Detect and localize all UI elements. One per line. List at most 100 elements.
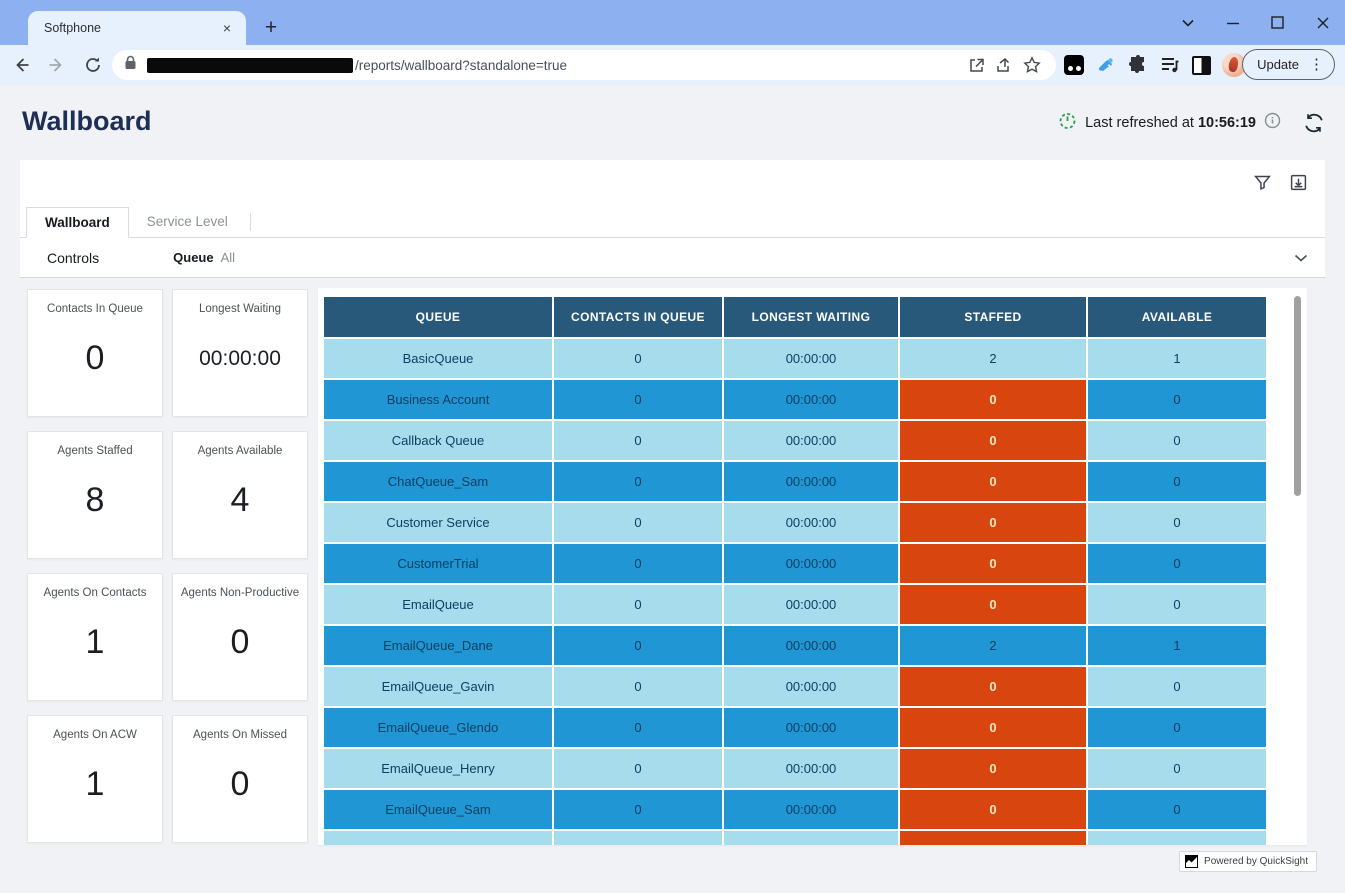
table-cell-longest_waiting: 00:00:00 [724,503,898,542]
open-in-new-icon[interactable] [962,51,990,79]
column-header: AVAILABLE [1088,297,1266,337]
page-title: Wallboard [22,106,152,137]
close-button[interactable] [1300,0,1345,45]
extension-dark-icon[interactable] [1062,54,1085,77]
tab-search-chevron-icon[interactable] [1165,0,1210,45]
kpi-value: 00:00:00 [199,315,281,416]
table-cell-queue: Callback Queue [324,421,552,460]
table-cell-queue: EmailQueue_Gavin [324,667,552,706]
kpi-label: Agents Staffed [53,445,136,457]
table-cell-available: 0 [1088,667,1266,706]
kpi-label: Longest Waiting [195,303,285,315]
sheet-tabs: Wallboard Service Level [20,207,1325,238]
extension-contrast-icon[interactable] [1190,54,1213,77]
controls-collapse-chevron-icon[interactable] [1293,250,1309,271]
last-refreshed-text: Last refreshed at 10:56:19 [1085,115,1256,131]
table-cell-available: 0 [1088,708,1266,747]
table-cell-staffed: 0 [900,790,1086,829]
back-icon[interactable] [6,50,36,80]
kpi-label: Agents Available [194,445,287,457]
kpi-card: Contacts In Queue0 [27,289,163,417]
table-cell-staffed: 0 [900,831,1086,845]
table-cell-queue: ChatQueue_Sam [324,462,552,501]
export-icon[interactable] [1287,171,1309,193]
table-row: EmailQueue_Dane000:00:0021 [324,626,1266,665]
column-header: STAFFED [900,297,1086,337]
address-bar[interactable]: /reports/wallboard?standalone=true [112,50,1056,80]
kpi-card: Longest Waiting00:00:00 [172,289,308,417]
quicksight-badge[interactable]: Powered by QuickSight [1179,851,1317,872]
info-icon[interactable] [1264,112,1281,134]
browser-titlebar: Softphone × + [0,0,1345,45]
table-cell-longest_waiting: 00:00:00 [724,339,898,378]
tab-close-icon[interactable]: × [218,19,236,37]
table-cell-queue: EmailQueue_Henry [324,749,552,788]
table-cell-staffed: 0 [900,667,1086,706]
table-row: Customer Service000:00:0000 [324,503,1266,542]
table-cell-contacts_in_queue: 0 [554,339,722,378]
table-cell-staffed: 0 [900,708,1086,747]
table-cell-longest_waiting: 00:00:00 [724,585,898,624]
table-cell-longest_waiting: 00:00:00 [724,790,898,829]
controls-label: Controls [47,250,99,266]
table-scrollbar[interactable] [1294,296,1301,496]
table-cell-contacts_in_queue: 0 [554,585,722,624]
extension-key-icon[interactable] [1094,54,1117,77]
kpi-card: Agents On Missed0 [172,715,308,843]
kpi-label: Agents Non-Productive [177,587,303,599]
new-tab-button[interactable]: + [258,15,284,41]
quicksight-logo-icon [1185,855,1198,868]
table-cell-staffed: 0 [900,421,1086,460]
extension-playlist-icon[interactable] [1158,54,1181,77]
filter-icon[interactable] [1251,171,1273,193]
kpi-card: Agents Available4 [172,431,308,559]
table-cell-contacts_in_queue: 0 [554,544,722,583]
minimize-button[interactable] [1210,0,1255,45]
bookmark-star-icon[interactable] [1018,51,1046,79]
tab-wallboard[interactable]: Wallboard [26,207,129,238]
table-cell-available: 1 [1088,626,1266,665]
table-cell-queue: BasicQueue [324,339,552,378]
kpi-label: Agents On Missed [189,729,291,741]
table-cell-longest_waiting: 00:00:00 [724,708,898,747]
browser-window: Softphone × + [0,0,1345,893]
share-icon[interactable] [990,51,1018,79]
table-cell-available: 0 [1088,585,1266,624]
table-cell-available: 1 [1088,339,1266,378]
queue-filter-value[interactable]: All [221,250,235,265]
table-cell-available: 0 [1088,831,1266,845]
table-cell-queue: EmailQueue_Glendo [324,708,552,747]
table-row: ChatQueue_Sam000:00:0000 [324,462,1266,501]
table-cell-available: 0 [1088,749,1266,788]
table-cell-staffed: 0 [900,749,1086,788]
update-button[interactable]: Update ⋮ [1242,49,1335,80]
table-cell-contacts_in_queue: 0 [554,749,722,788]
table-cell-longest_waiting: 00:00:00 [724,667,898,706]
table-cell-available: 0 [1088,790,1266,829]
table-row: CustomerTrial000:00:0000 [324,544,1266,583]
table-cell-queue: EmailQueue_Tom [324,831,552,845]
kpi-card: Agents On ACW1 [27,715,163,843]
maximize-button[interactable] [1255,0,1300,45]
browser-tab[interactable]: Softphone × [28,11,246,45]
refresh-icon[interactable] [1303,112,1325,134]
kpi-label: Agents On Contacts [40,587,151,599]
table-cell-contacts_in_queue: 0 [554,831,722,845]
table-cell-longest_waiting: 00:00:00 [724,421,898,460]
table-cell-staffed: 2 [900,626,1086,665]
table-row: EmailQueue_Glendo000:00:0000 [324,708,1266,747]
table-row: Business Account000:00:0000 [324,380,1266,419]
lock-icon[interactable] [124,55,137,75]
powered-by-text: Powered by QuickSight [1204,856,1308,867]
browser-menu-icon[interactable]: ⋮ [1305,57,1328,72]
forward-icon[interactable] [42,50,72,80]
controls-bar: Controls Queue All [20,238,1325,278]
column-header: LONGEST WAITING [724,297,898,337]
table-cell-staffed: 2 [900,339,1086,378]
table-cell-contacts_in_queue: 0 [554,421,722,460]
table-cell-available: 0 [1088,503,1266,542]
tab-service-level[interactable]: Service Level [129,206,246,237]
extensions-puzzle-icon[interactable] [1126,54,1149,77]
table-row: EmailQueue_Sam000:00:0000 [324,790,1266,829]
reload-icon[interactable] [78,50,108,80]
